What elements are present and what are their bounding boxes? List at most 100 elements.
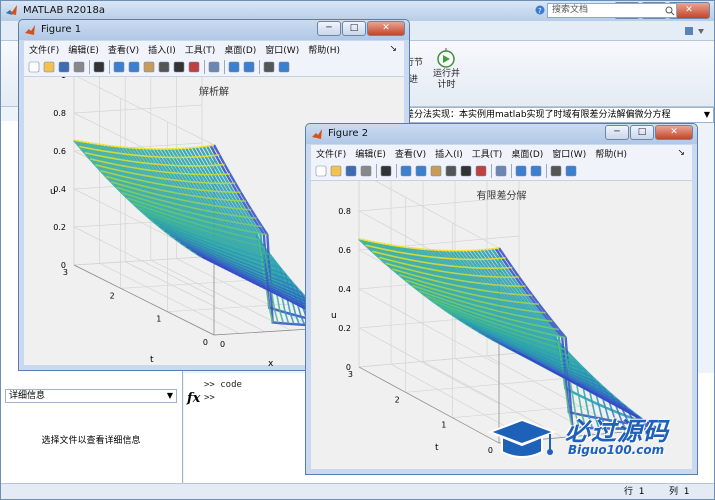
search-icon[interactable] (665, 6, 675, 16)
t-tick-label: 3 (348, 370, 353, 379)
save-icon[interactable] (58, 61, 70, 73)
toolbar-separator (376, 164, 377, 178)
row-label: 行 (624, 487, 634, 497)
minimize-button[interactable]: ─ (605, 125, 629, 140)
toolbar-separator (259, 60, 260, 74)
dock-arrow-icon[interactable]: ↘ (677, 148, 685, 158)
matlab-logo-icon (6, 5, 17, 15)
current-folder-path[interactable]: 差分法实现：本实例用matlab实现了时域有限差分法解偏微分方程 ▼ (401, 107, 714, 123)
z-tick-label: 0.8 (338, 207, 351, 216)
print-icon[interactable] (360, 165, 372, 177)
function-browser-icon[interactable]: fx (187, 391, 200, 406)
dock-arrow-icon[interactable]: ↘ (389, 44, 397, 54)
z-tick-label: 1 (61, 77, 66, 80)
svg-text:?: ? (538, 7, 542, 15)
run-and-time-icon[interactable] (435, 47, 457, 69)
pan-icon[interactable] (143, 61, 155, 73)
menu-file[interactable]: 文件(F) (316, 147, 346, 160)
menu-edit[interactable]: 编辑(E) (68, 43, 99, 56)
toolbar-separator (546, 164, 547, 178)
t-tick-label: 1 (441, 421, 446, 430)
colorbar-icon[interactable] (515, 165, 527, 177)
menu-desktop[interactable]: 桌面(D) (224, 43, 256, 56)
menu-insert[interactable]: 插入(I) (148, 43, 176, 56)
minimize-button[interactable]: ─ (317, 21, 341, 36)
toolbar-separator (396, 164, 397, 178)
menu-window[interactable]: 窗口(W) (552, 147, 586, 160)
figure-icon (312, 129, 322, 139)
menu-edit[interactable]: 编辑(E) (355, 147, 386, 160)
details-title: 详细信息 (9, 391, 46, 401)
pan-icon[interactable] (430, 165, 442, 177)
menu-view[interactable]: 查看(V) (395, 147, 426, 160)
legend-icon[interactable] (243, 61, 255, 73)
menu-file[interactable]: 文件(F) (29, 43, 59, 56)
new-figure-icon[interactable] (315, 165, 327, 177)
x-tick-label: 0 (220, 340, 225, 349)
col-label: 列 (669, 487, 679, 497)
details-panel-header[interactable]: 详细信息 ▼ (5, 389, 177, 403)
pointer-icon[interactable] (93, 61, 105, 73)
window-controls: ─ □ ✕ (316, 21, 405, 36)
legend-icon[interactable] (530, 165, 542, 177)
link-plot-icon[interactable] (495, 165, 507, 177)
close-button[interactable]: ✕ (367, 21, 405, 36)
zoom-in-icon[interactable] (400, 165, 412, 177)
show-plot-tools-icon[interactable] (565, 165, 577, 177)
figure-2-title: Figure 2 (328, 128, 369, 139)
open-file-icon[interactable] (330, 165, 342, 177)
toolbar-separator (224, 60, 225, 74)
z-tick-label: 0.2 (338, 324, 351, 333)
figure-toolbar (311, 162, 692, 181)
zoom-in-icon[interactable] (113, 61, 125, 73)
search-input[interactable]: 搜索文档 (547, 3, 677, 18)
pointer-icon[interactable] (380, 165, 392, 177)
open-file-icon[interactable] (43, 61, 55, 73)
toolbar-separator (204, 60, 205, 74)
command-prompt[interactable]: >> (204, 393, 215, 403)
menu-tools[interactable]: 工具(T) (185, 43, 216, 56)
chevron-down-icon[interactable]: ▼ (704, 108, 710, 122)
chevron-down-icon[interactable]: ▼ (167, 390, 173, 402)
hide-plot-tools-icon[interactable] (550, 165, 562, 177)
save-icon[interactable] (345, 165, 357, 177)
close-button[interactable]: ✕ (655, 125, 693, 140)
window-menu-icons[interactable] (684, 25, 708, 37)
maximize-button[interactable]: □ (630, 125, 654, 140)
figure-1-title: Figure 1 (41, 24, 82, 35)
z-tick-label: 0.4 (338, 285, 351, 294)
brush-icon[interactable] (475, 165, 487, 177)
help-icon[interactable]: ? (535, 4, 545, 16)
rotate-3d-icon[interactable] (445, 165, 457, 177)
show-plot-tools-icon[interactable] (278, 61, 290, 73)
hide-plot-tools-icon[interactable] (263, 61, 275, 73)
surface (358, 238, 660, 431)
zoom-out-icon[interactable] (128, 61, 140, 73)
run-and-time-label[interactable]: 运行并 计时 (433, 69, 460, 91)
colorbar-icon[interactable] (228, 61, 240, 73)
advance-label[interactable]: 进 (409, 72, 418, 85)
t-tick-label: 0 (203, 338, 208, 347)
menu-help[interactable]: 帮助(H) (595, 147, 627, 160)
details-message: 选择文件以查看详细信息 (41, 436, 141, 446)
figure-2-title-bar: Figure 2 ─ □ ✕ (306, 124, 697, 144)
toolbar-separator (511, 164, 512, 178)
print-icon[interactable] (73, 61, 85, 73)
link-plot-icon[interactable] (208, 61, 220, 73)
zoom-out-icon[interactable] (415, 165, 427, 177)
new-figure-icon[interactable] (28, 61, 40, 73)
brush-icon[interactable] (188, 61, 200, 73)
row-indicator: 行 1 (624, 484, 644, 497)
data-cursor-icon[interactable] (460, 165, 472, 177)
rotate-3d-icon[interactable] (158, 61, 170, 73)
menu-tools[interactable]: 工具(T) (472, 147, 503, 160)
menu-help[interactable]: 帮助(H) (308, 43, 340, 56)
menu-window[interactable]: 窗口(W) (265, 43, 299, 56)
menu-insert[interactable]: 插入(I) (435, 147, 463, 160)
menu-desktop[interactable]: 桌面(D) (511, 147, 543, 160)
maximize-button[interactable]: □ (342, 21, 366, 36)
data-cursor-icon[interactable] (173, 61, 185, 73)
figure-toolbar (24, 58, 404, 77)
menu-view[interactable]: 查看(V) (108, 43, 139, 56)
toolbar-separator (491, 164, 492, 178)
